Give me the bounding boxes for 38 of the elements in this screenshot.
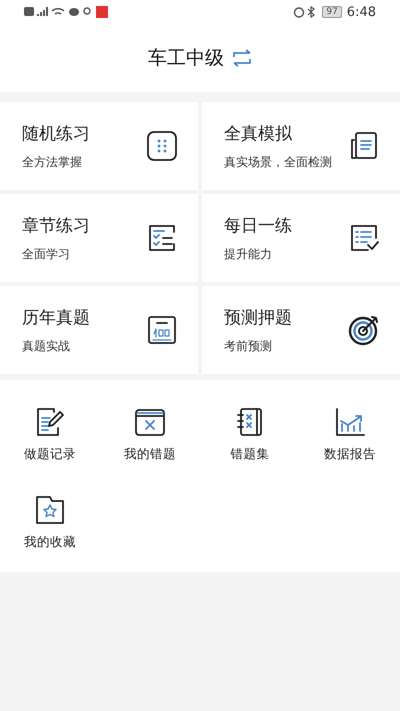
battery-level: 97	[322, 6, 342, 18]
practice-mode-card[interactable]: 全真模拟 真实场景，全面检测	[202, 102, 400, 190]
tool-label[interactable]: 错题集	[230, 446, 270, 463]
mode-title: 全真模拟	[224, 122, 293, 144]
tool-label[interactable]: 我的收藏	[24, 534, 76, 551]
score-sheet-icon	[146, 314, 178, 346]
mode-subtitle: 真实场景，全面检测	[224, 154, 332, 170]
mode-subtitle: 考前预测	[224, 338, 273, 354]
mode-title: 预测押题	[224, 306, 292, 328]
mode-subtitle: 提升能力	[224, 246, 273, 262]
dots-grid-icon	[146, 130, 178, 162]
checked-list-icon	[348, 222, 380, 254]
practice-mode-card[interactable]: 每日一练 提升能力	[202, 194, 400, 282]
mode-title: 随机练习	[22, 122, 90, 144]
practice-mode-card[interactable]: 预测押题 考前预测	[202, 286, 400, 374]
mode-subtitle: 全面学习	[22, 246, 71, 262]
tool-label[interactable]: 做题记录	[24, 446, 76, 463]
checklist-icon	[146, 222, 178, 254]
target-icon	[348, 314, 380, 346]
mode-title: 历年真题	[22, 306, 90, 328]
wrong-book-icon	[134, 406, 166, 438]
mode-subtitle: 真题实战	[22, 338, 71, 354]
status-time: 6:48	[346, 4, 376, 20]
edit-document-icon	[34, 406, 66, 438]
tool-label[interactable]: 我的错题	[124, 446, 176, 463]
bar-chart-icon	[334, 406, 366, 438]
alarm-bluetooth-icon	[293, 6, 318, 18]
mode-title: 章节练习	[22, 214, 90, 236]
practice-mode-card[interactable]: 随机练习 全方法掌握	[0, 102, 198, 190]
mode-subtitle: 全方法掌握	[22, 154, 83, 170]
practice-mode-card[interactable]: 历年真题 真题实战	[0, 286, 198, 374]
practice-mode-card[interactable]: 章节练习 全面学习	[0, 194, 198, 282]
folder-star-icon	[34, 494, 66, 526]
mode-title: 每日一练	[224, 214, 292, 236]
document-icon	[348, 130, 380, 162]
switch-icon[interactable]	[232, 49, 252, 67]
page-title: 车工中级	[148, 46, 224, 71]
tool-label[interactable]: 数据报告	[324, 446, 376, 463]
